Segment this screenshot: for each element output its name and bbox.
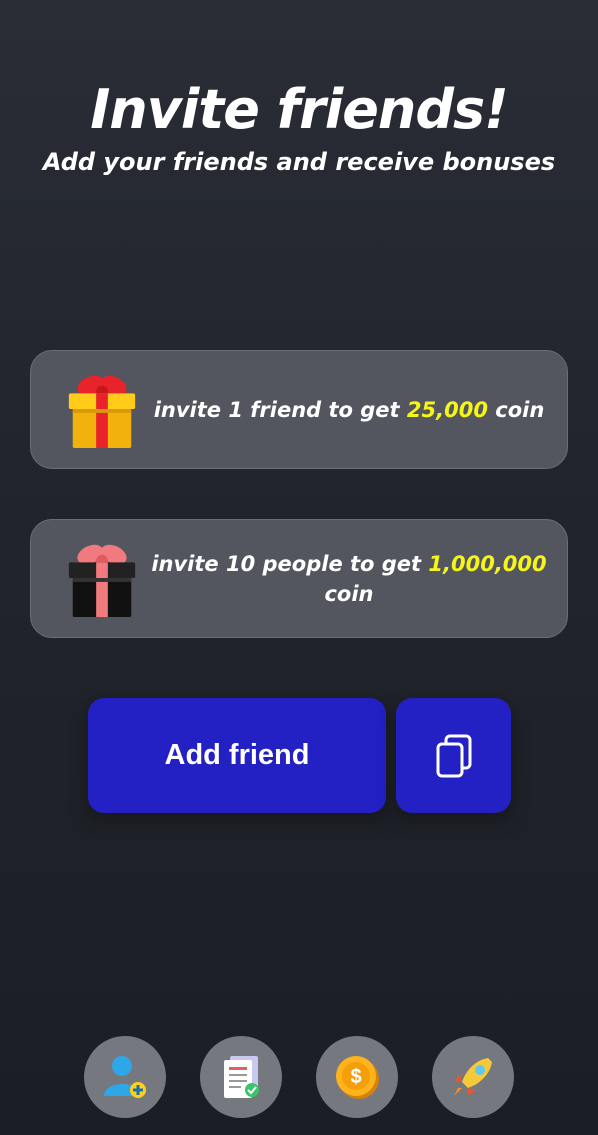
reward-unit: coin: [487, 397, 545, 422]
svg-text:$: $: [350, 1066, 361, 1088]
rocket-icon: [454, 1058, 492, 1096]
reward-amount: 1,000,000: [428, 551, 547, 576]
reward-desc: invite 10 people to get: [151, 551, 429, 576]
black-gift-icon: [68, 544, 136, 617]
nav-friends-button[interactable]: [84, 1036, 166, 1118]
copy-icon: [436, 734, 471, 777]
reward-amount: 25,000: [406, 397, 488, 422]
reward-card-1: invite 1 friend to get 25,000 coin: [30, 350, 568, 469]
reward-card-2: invite 10 people to get 1,000,000 coin: [30, 519, 568, 638]
nav-boost-button[interactable]: [432, 1036, 514, 1118]
nav-coins-button[interactable]: $: [316, 1036, 398, 1118]
nav-tasks-button[interactable]: [200, 1036, 282, 1118]
reward-text-1: invite 1 friend to get 25,000 coin: [141, 395, 567, 425]
task-list-icon: [224, 1056, 259, 1098]
reward-desc: invite 1 friend to get: [153, 397, 407, 422]
reward-unit: coin: [324, 581, 374, 606]
coin-icon: $: [336, 1056, 379, 1099]
copy-link-button[interactable]: [396, 698, 511, 813]
reward-text-2: invite 10 people to get 1,000,000 coin: [141, 549, 567, 609]
page-title: Invite friends!: [90, 78, 509, 141]
add-friend-button[interactable]: Add friend: [88, 698, 386, 813]
yellow-gift-icon: [68, 375, 136, 448]
add-user-icon: [104, 1056, 146, 1098]
page-subtitle: Add your friends and receive bonuses: [42, 148, 556, 176]
